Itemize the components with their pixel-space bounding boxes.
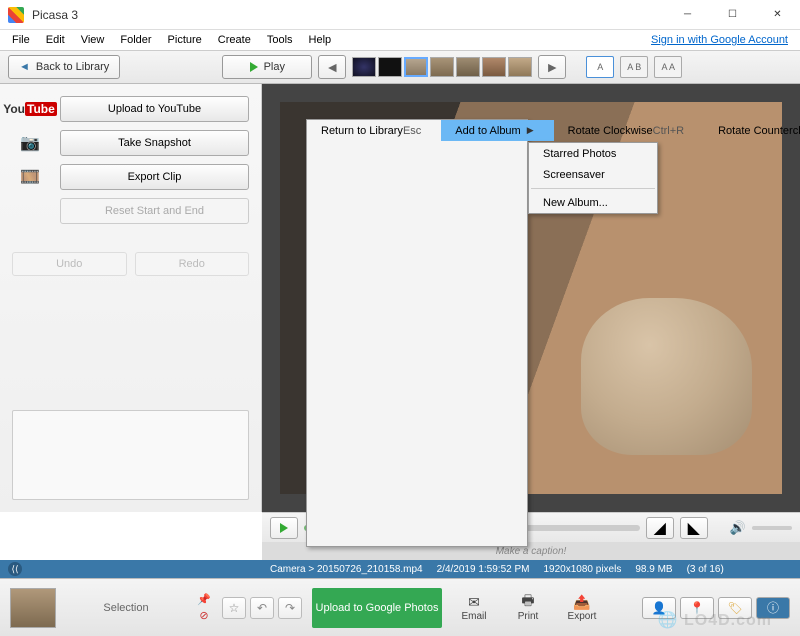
play-button[interactable]: Play <box>222 55 312 79</box>
undo-redo-row: Undo Redo <box>12 252 249 276</box>
app-logo-icon <box>8 7 24 23</box>
selection-thumb[interactable] <box>10 588 56 628</box>
volume-slider[interactable] <box>752 526 792 530</box>
minimize-button[interactable]: ─ <box>665 0 710 30</box>
camera-icon: 📷 <box>12 131 48 155</box>
status-count: (3 of 16) <box>687 564 724 575</box>
context-submenu: Starred PhotosScreensaver New Album... <box>528 142 658 214</box>
quick-actions: ☆ ↶ ↷ <box>222 597 302 619</box>
ctx-sub-starred-photos[interactable]: Starred Photos <box>529 143 657 164</box>
email-icon: ✉ <box>464 593 484 611</box>
menu-create[interactable]: Create <box>210 32 259 48</box>
trim-end-button[interactable]: ◣ <box>680 517 708 539</box>
email-button[interactable]: ✉Email <box>452 593 496 622</box>
menu-folder[interactable]: Folder <box>112 32 159 48</box>
window-controls: ─ ☐ ✕ <box>665 0 800 30</box>
signin-link[interactable]: Sign in with Google Account <box>651 34 796 46</box>
export-row: 🎞️ Export Clip <box>12 164 249 190</box>
clear-icon[interactable]: ⊘ <box>196 609 212 623</box>
ctx-return-to-library[interactable]: Return to LibraryEsc <box>307 120 441 141</box>
thumb-6[interactable] <box>482 57 506 77</box>
prev-button[interactable]: ◄ <box>318 55 346 79</box>
star-button[interactable]: ☆ <box>222 597 246 619</box>
context-menu: Return to LibraryEscAdd to Album▶Rotate … <box>306 119 528 547</box>
status-size: 98.9 MB <box>635 564 672 575</box>
status-bar: ⟨⟨ Camera > 20150726_210158.mp4 2/4/2019… <box>0 560 800 578</box>
watermark: 🌐 LO4D.com <box>658 610 772 630</box>
sidebar: YouTube Upload to YouTube 📷 Take Snapsho… <box>0 84 262 512</box>
menu-edit[interactable]: Edit <box>38 32 73 48</box>
export-button[interactable]: 📤Export <box>560 593 604 622</box>
ctx-sub-screensaver[interactable]: Screensaver <box>529 164 657 185</box>
selection-label: Selection <box>66 602 186 614</box>
print-icon: 🖶 <box>518 593 538 611</box>
undo-button: Undo <box>12 252 127 276</box>
close-button[interactable]: ✕ <box>755 0 800 30</box>
upload-youtube-button[interactable]: Upload to YouTube <box>60 96 249 122</box>
next-button[interactable]: ► <box>538 55 566 79</box>
filmstrip-icon: 🎞️ <box>12 165 48 189</box>
menu-picture[interactable]: Picture <box>160 32 210 48</box>
youtube-row: YouTube Upload to YouTube <box>12 96 249 122</box>
take-snapshot-button[interactable]: Take Snapshot <box>60 130 249 156</box>
bottom-tray: Selection 📌 ⊘ ☆ ↶ ↷ Upload to Google Pho… <box>0 578 800 636</box>
collapse-tray-button[interactable]: ⟨⟨ <box>8 562 22 576</box>
player-play-button[interactable] <box>270 517 298 539</box>
ctx-rotate-clockwise[interactable]: Rotate ClockwiseCtrl+R <box>554 120 704 141</box>
rotate-cw-button[interactable]: ↷ <box>278 597 302 619</box>
play-label: Play <box>264 61 285 73</box>
tray-hold-icons: 📌 ⊘ <box>196 593 212 623</box>
thumb-5[interactable] <box>456 57 480 77</box>
view-mode-aa[interactable]: A A <box>654 56 682 78</box>
menu-tools[interactable]: Tools <box>259 32 301 48</box>
thumb-4[interactable] <box>430 57 454 77</box>
youtube-icon: YouTube <box>12 97 48 121</box>
menu-view[interactable]: View <box>73 32 113 48</box>
thumb-2[interactable] <box>378 57 402 77</box>
export-clip-button[interactable]: Export Clip <box>60 164 249 190</box>
play-icon <box>280 523 288 533</box>
trim-start-button[interactable]: ◢ <box>646 517 674 539</box>
status-date: 2/4/2019 1:59:52 PM <box>437 564 530 575</box>
play-icon <box>250 62 258 72</box>
rotate-ccw-button[interactable]: ↶ <box>250 597 274 619</box>
status-dims: 1920x1080 pixels <box>543 564 621 575</box>
snapshot-row: 📷 Take Snapshot <box>12 130 249 156</box>
pin-icon[interactable]: 📌 <box>196 593 212 607</box>
export-icon: 📤 <box>572 593 592 611</box>
back-to-library-button[interactable]: ◄ Back to Library <box>8 55 120 79</box>
ctx-rotate-counterclockwise[interactable]: Rotate CounterclockwiseCtrl+Shift+R <box>704 120 800 141</box>
preview-box <box>12 410 249 500</box>
toolbar: ◄ Back to Library Play ◄ ► A A B A A <box>0 50 800 84</box>
status-folder: Camera > 20150726_210158.mp4 <box>270 564 423 575</box>
ctx-sub-new-album-[interactable]: New Album... <box>529 192 657 213</box>
arrow-right-icon: ► <box>545 59 559 75</box>
ctx-add-to-album[interactable]: Add to Album▶ <box>441 120 553 141</box>
menu-file[interactable]: File <box>4 32 38 48</box>
thumb-7[interactable] <box>508 57 532 77</box>
arrow-left-icon: ◄ <box>325 59 339 75</box>
maximize-button[interactable]: ☐ <box>710 0 755 30</box>
reset-row: Reset Start and End <box>12 198 249 224</box>
window-title: Picasa 3 <box>32 8 665 22</box>
print-button[interactable]: 🖶Print <box>506 593 550 622</box>
view-mode-a[interactable]: A <box>586 56 614 78</box>
thumbnail-strip <box>352 57 532 77</box>
reset-start-end-button: Reset Start and End <box>60 198 249 224</box>
menu-help[interactable]: Help <box>301 32 340 48</box>
thumb-3[interactable] <box>404 57 428 77</box>
title-bar: Picasa 3 ─ ☐ ✕ <box>0 0 800 30</box>
back-label: Back to Library <box>36 61 109 73</box>
redo-button: Redo <box>135 252 250 276</box>
upload-google-photos-button[interactable]: Upload to Google Photos <box>312 588 442 628</box>
volume-icon[interactable]: 🔊 <box>730 520 746 536</box>
view-mode-ab[interactable]: A B <box>620 56 648 78</box>
thumb-1[interactable] <box>352 57 376 77</box>
menu-bar: File Edit View Folder Picture Create Too… <box>0 30 800 50</box>
